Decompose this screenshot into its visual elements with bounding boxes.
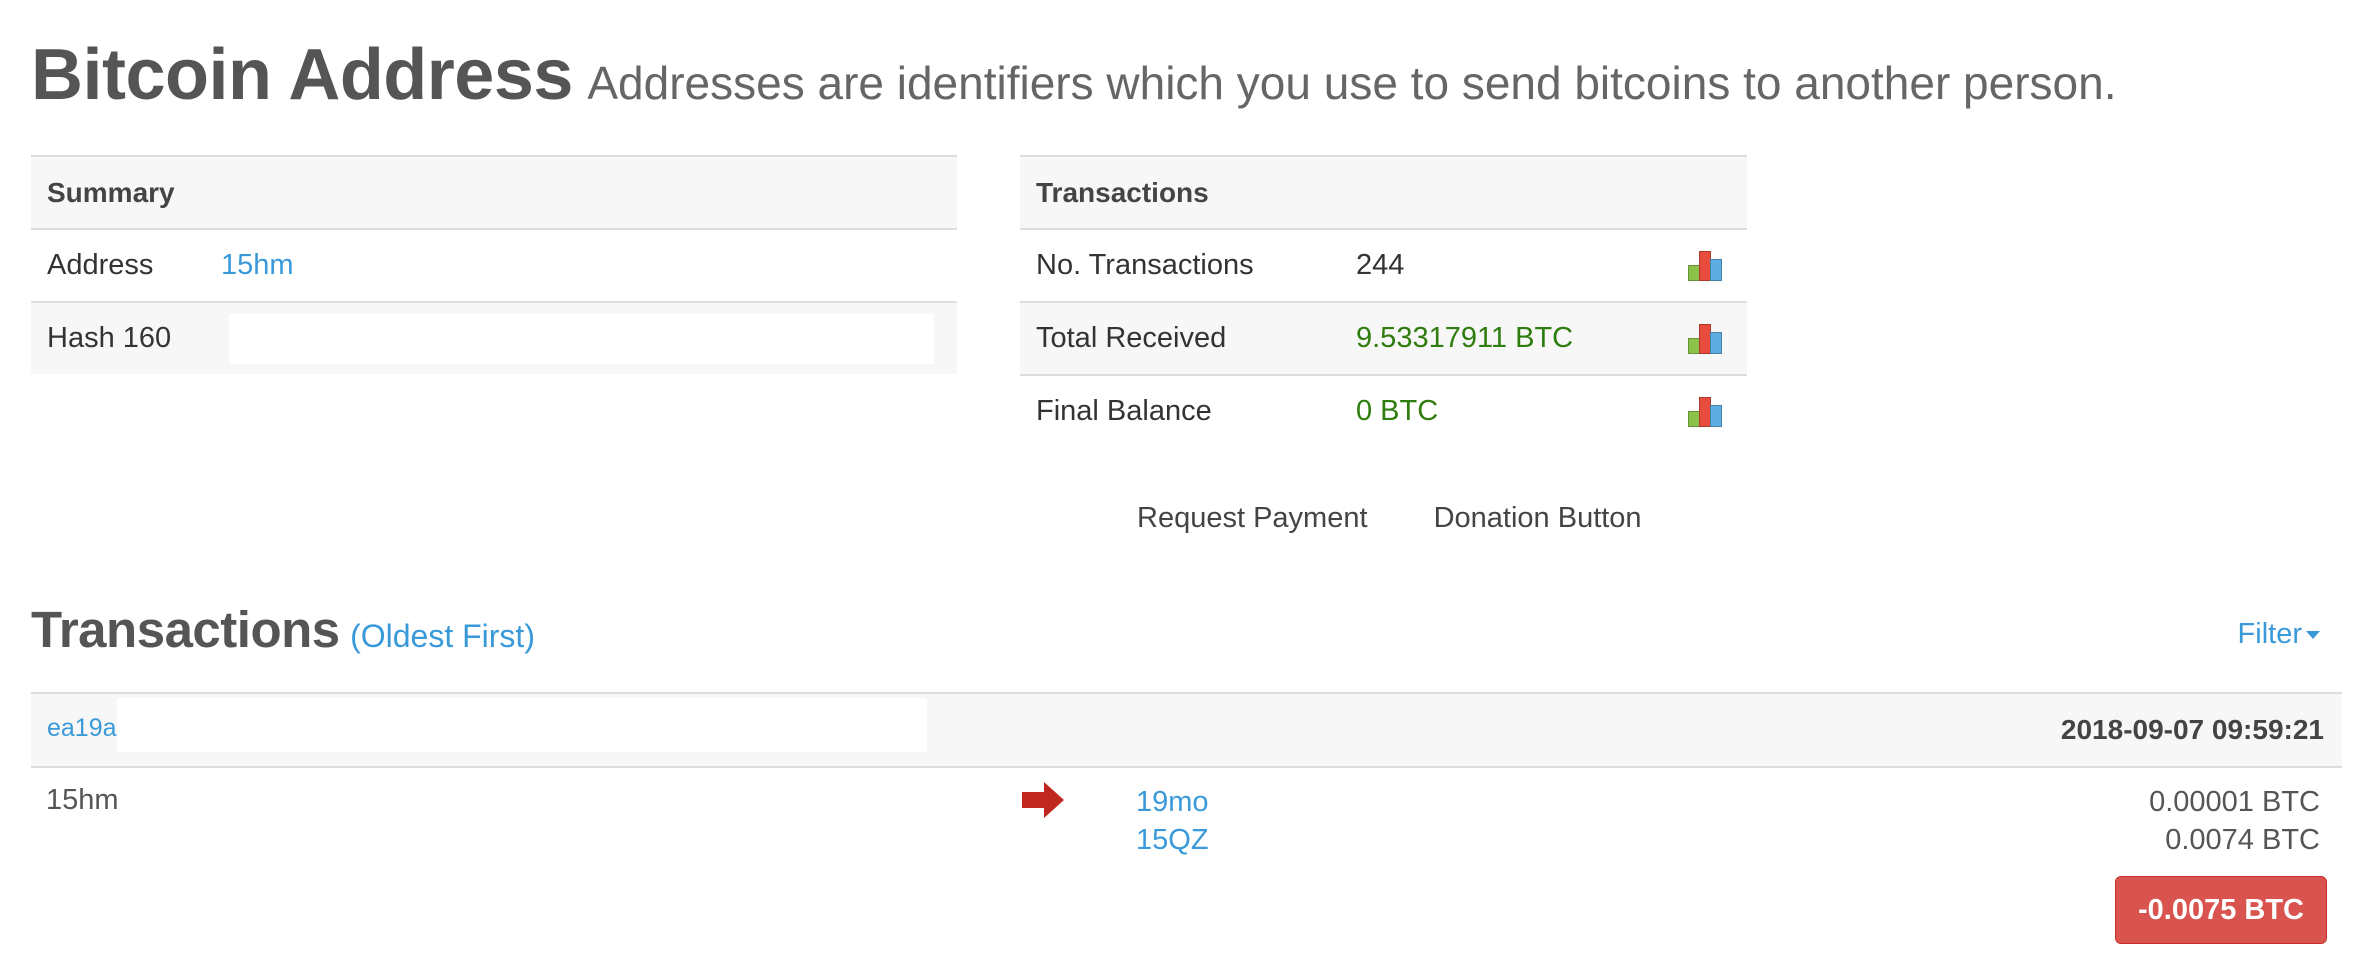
output-amount: 0.00001 BTC xyxy=(2149,786,2320,818)
hash-redaction xyxy=(117,698,927,752)
transaction-header: ea19a 2018-09-07 09:59:21 xyxy=(31,692,2342,768)
address-actions: Request Payment Donation Button xyxy=(1137,502,1700,535)
total-received-value: 9.53317911 BTC xyxy=(1340,301,1672,375)
summary-heading: Summary xyxy=(31,155,957,229)
transactions-stats-table: Transactions No. Transactions 244 Total … xyxy=(1020,155,1747,447)
sort-order-link[interactable]: (Oldest First) xyxy=(350,618,535,654)
net-amount-badge[interactable]: -0.0075 BTC xyxy=(2114,876,2327,944)
no-transactions-label: No. Transactions xyxy=(1020,228,1340,302)
output-amount: 0.0074 BTC xyxy=(2165,824,2320,856)
transaction-output-amounts: 0.00001 BTC 0.0074 BTC xyxy=(2149,783,2320,859)
summary-table: Summary Address 15hm Hash 160 xyxy=(31,155,957,374)
transactions-stats-heading: Transactions xyxy=(1020,155,1747,229)
transaction-outputs: 19mo 15QZ xyxy=(1136,783,1209,859)
total-received-label: Total Received xyxy=(1020,301,1340,375)
transaction-input-address[interactable]: 15hm xyxy=(46,784,119,817)
no-transactions-value: 244 xyxy=(1340,228,1672,302)
filter-dropdown[interactable]: Filter xyxy=(2238,618,2320,651)
address-link[interactable]: 15hm xyxy=(221,249,294,281)
hash160-value xyxy=(229,313,934,364)
filter-label: Filter xyxy=(2237,618,2302,650)
page-subtitle: Addresses are identifiers which you use … xyxy=(587,57,2117,109)
output-address-link[interactable]: 19mo xyxy=(1136,786,1209,818)
transaction-hash-link[interactable]: ea19a xyxy=(47,714,117,743)
output-address-link[interactable]: 15QZ xyxy=(1136,824,1209,856)
bar-chart-icon[interactable] xyxy=(1688,251,1724,282)
hash160-label: Hash 160 xyxy=(31,301,205,374)
donation-button[interactable]: Donation Button xyxy=(1434,502,1642,534)
transaction-time: 2018-09-07 09:59:21 xyxy=(2060,714,2324,745)
final-balance-value: 0 BTC xyxy=(1340,374,1672,447)
transactions-heading: Transactions xyxy=(31,601,340,658)
address-label: Address xyxy=(31,228,205,302)
final-balance-label: Final Balance xyxy=(1020,374,1340,447)
arrow-right-icon xyxy=(1022,782,1064,818)
page-title: Bitcoin Address xyxy=(31,35,573,115)
bar-chart-icon[interactable] xyxy=(1688,397,1724,428)
caret-down-icon xyxy=(2306,631,2320,640)
bar-chart-icon[interactable] xyxy=(1688,324,1724,355)
request-payment-button[interactable]: Request Payment xyxy=(1137,502,1368,534)
page-header: Bitcoin Address Addresses are identifier… xyxy=(31,34,2116,116)
transactions-section-title: Transactions (Oldest First) xyxy=(31,600,535,659)
